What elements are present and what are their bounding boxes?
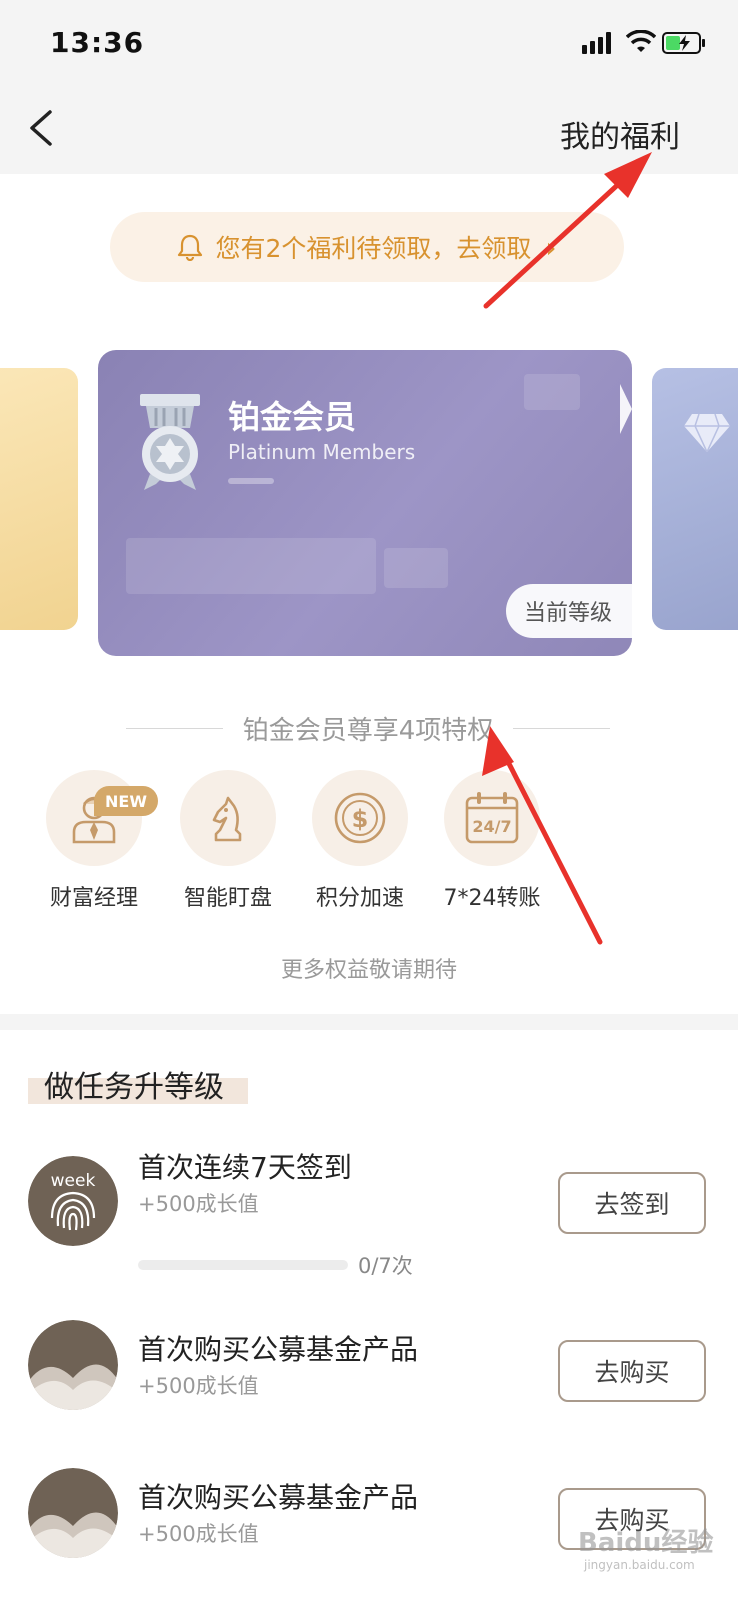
privilege-icon-circle: $ [312,770,408,866]
tasks-heading: 做任务升等级 [44,1070,224,1105]
card-dash [228,478,274,484]
wifi-icon [626,30,656,52]
divider-line [513,727,611,729]
icon-week-text: week [51,1171,96,1191]
task-title: 首次连续7天签到 [138,1151,352,1184]
redacted-block [126,538,376,594]
back-button[interactable] [22,104,62,152]
divider-line [126,727,223,729]
card-subtitle: Platinum Members [228,440,416,464]
calendar-text: 24/7 [472,817,511,836]
diamond-level-card[interactable] [652,368,738,630]
privilege-label: 7*24转账 [443,886,541,911]
platinum-member-card[interactable]: 铂金会员 Platinum Members 当前等级 [98,350,632,656]
privilege-icon-circle [180,770,276,866]
watermark: Baidu经验 [578,1528,714,1558]
calendar-24-7-icon: 24/7 [465,792,519,844]
card-edge-marker [620,384,632,434]
task-item [28,1468,118,1558]
privilege-points-boost[interactable]: $ 积分加速 [300,770,420,912]
sign-in-button[interactable]: 去签到 [558,1172,706,1234]
buy-button[interactable]: 去购买 [558,1340,706,1402]
bell-icon [178,234,203,261]
current-level-badge: 当前等级 [506,584,632,638]
new-badge: NEW [94,786,158,816]
task-reward: +500成长值 [138,1522,259,1546]
svg-text:$: $ [352,805,369,833]
notice-text: 您有2个福利待领取，去领取 [215,234,532,263]
progress-text: 0/7次 [358,1254,413,1278]
privilege-icon-circle [46,770,142,866]
privileges-heading: 铂金会员尊享4项特权 [126,708,611,748]
privilege-247-transfer[interactable]: 24/7 7*24转账 [432,770,552,912]
my-benefits-link[interactable]: 我的福利 [560,112,680,156]
dollar-coin-icon: $ [334,792,386,844]
privileges-heading-text: 铂金会员尊享4项特权 [242,715,494,746]
privilege-icon-circle: 24/7 [444,770,540,866]
fingerprint-week-icon: week [28,1156,118,1246]
gold-level-card[interactable] [0,368,78,630]
progress-track [138,1260,348,1270]
benefits-notice[interactable]: 您有2个福利待领取，去领取 › [110,212,624,282]
privilege-label: 财富经理 [49,886,138,911]
watermark-url: jingyan.baidu.com [584,1558,695,1572]
fund-icon [28,1468,118,1558]
task-reward: +500成长值 [138,1374,259,1398]
task-title: 首次购买公募基金产品 [138,1333,419,1366]
task-reward: +500成长值 [138,1192,259,1216]
more-benefits-text: 更多权益敬请期待 [280,958,457,983]
status-time: 13:36 [50,26,145,59]
fund-icon [28,1320,118,1410]
chess-knight-icon [212,796,242,842]
medal-icon [140,394,200,490]
chevron-right-icon: › [545,230,557,264]
task-item: week [28,1156,118,1246]
signal-icon [582,32,611,54]
card-title: 铂金会员 [228,398,357,436]
diamond-icon [684,413,730,452]
task-item [28,1320,118,1410]
privilege-label: 智能盯盘 [183,886,272,911]
redacted-block [384,548,448,588]
task-title: 首次购买公募基金产品 [138,1481,419,1514]
battery-icon [662,32,705,54]
privilege-smart-watch[interactable]: 智能盯盘 [168,770,288,912]
section-divider [0,1014,738,1030]
redacted-block [524,374,580,410]
privilege-label: 积分加速 [315,886,404,911]
